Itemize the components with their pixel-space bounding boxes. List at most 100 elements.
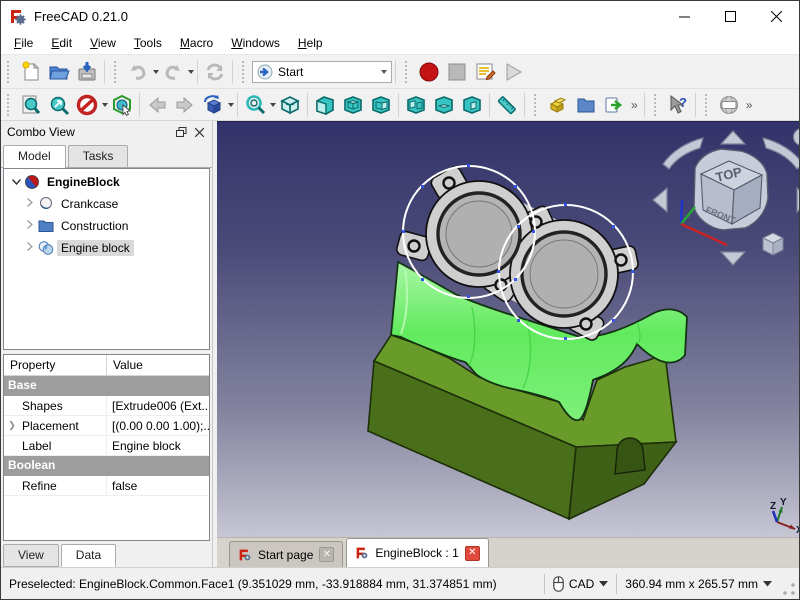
expander-closed-icon[interactable]	[22, 242, 38, 254]
left-view-button[interactable]	[458, 91, 486, 119]
menu-edit[interactable]: Edit	[42, 33, 81, 53]
expander-icon[interactable]: ❯	[4, 416, 20, 435]
tree-item-label[interactable]: Crankcase	[57, 196, 122, 212]
menu-macro[interactable]: Macro	[171, 33, 222, 53]
menu-help[interactable]: Help	[289, 33, 332, 53]
draw-style-button[interactable]	[73, 91, 101, 119]
property-group-boolean[interactable]: Boolean	[4, 456, 209, 476]
view-dropdown-arrow[interactable]	[228, 103, 234, 107]
right-view-button[interactable]	[367, 91, 395, 119]
tree-item-engineblock[interactable]: EngineBlock	[4, 171, 209, 193]
toolbar-handle[interactable]	[7, 94, 13, 116]
macro-edit-button[interactable]	[471, 58, 499, 86]
tab-data[interactable]: Data	[61, 544, 116, 567]
property-value[interactable]: [Extrude006 (Ext...	[107, 396, 209, 415]
nav-back-button[interactable]	[143, 91, 171, 119]
tree-item-label[interactable]: EngineBlock	[43, 174, 124, 190]
dock-float-icon[interactable]	[172, 124, 190, 140]
tab-engineblock[interactable]: EngineBlock : 1 ✕	[346, 538, 488, 567]
property-group-base[interactable]: Base	[4, 376, 209, 396]
property-row-label[interactable]: Label Engine block	[4, 436, 209, 456]
bottom-view-button[interactable]	[430, 91, 458, 119]
toolbar-handle[interactable]	[705, 94, 711, 116]
macro-stop-button[interactable]	[443, 58, 471, 86]
tree-item-label[interactable]: Construction	[57, 218, 132, 234]
3d-viewport[interactable]: TOP FRONT	[217, 121, 799, 537]
menu-windows[interactable]: Windows	[222, 33, 289, 53]
fit-selection-button[interactable]	[45, 91, 73, 119]
whats-this-button[interactable]: ?	[664, 91, 692, 119]
macro-execute-button[interactable]	[499, 58, 527, 86]
property-value[interactable]: Engine block	[107, 436, 209, 455]
expander-closed-icon[interactable]	[22, 198, 38, 210]
toolbar-handle[interactable]	[405, 61, 411, 83]
mdi-tab-label[interactable]: EngineBlock : 1	[375, 546, 458, 560]
tree-item-engine-block[interactable]: Engine block	[4, 237, 209, 259]
tree-item-construction[interactable]: Construction	[4, 215, 209, 237]
engine-block-model[interactable]	[368, 164, 687, 519]
tab-model[interactable]: Model	[3, 145, 66, 168]
close-button[interactable]	[753, 1, 799, 31]
toolbar-handle[interactable]	[242, 61, 248, 83]
tree-item-crankcase[interactable]: Crankcase	[4, 193, 209, 215]
front-view-button[interactable]	[311, 91, 339, 119]
property-name: Refine	[20, 476, 107, 495]
web-globe-button[interactable]	[715, 91, 743, 119]
tab-view[interactable]: View	[3, 544, 59, 567]
document-icon	[24, 174, 40, 190]
group-folder-button[interactable]	[572, 91, 600, 119]
view-dimensions-selector[interactable]: 360.94 mm x 265.57 mm	[625, 577, 772, 591]
resize-grip[interactable]	[782, 582, 796, 596]
zoom-button[interactable]	[241, 91, 269, 119]
workbench-selector[interactable]: Start	[252, 61, 392, 83]
dock-close-icon[interactable]	[190, 124, 208, 140]
toolbar-overflow-button[interactable]: »	[743, 98, 756, 112]
expander-open-icon[interactable]	[8, 177, 24, 188]
export-button[interactable]	[600, 91, 628, 119]
tab-tasks[interactable]: Tasks	[68, 145, 129, 167]
navigation-cube[interactable]: TOP FRONT	[653, 129, 799, 266]
fit-all-button[interactable]	[17, 91, 45, 119]
property-row-refine[interactable]: Refine false	[4, 476, 209, 496]
redo-dropdown-arrow[interactable]	[188, 70, 194, 74]
toolbar-handle[interactable]	[114, 61, 120, 83]
open-document-button[interactable]	[45, 58, 73, 86]
new-document-button[interactable]	[17, 58, 45, 86]
navigation-style-selector[interactable]: CAD	[553, 576, 608, 592]
maximize-button[interactable]	[707, 1, 753, 31]
toolbar-overflow-button[interactable]: »	[628, 98, 641, 112]
value-column-header[interactable]: Value	[107, 355, 149, 375]
property-column-header[interactable]: Property	[4, 355, 107, 375]
save-document-button[interactable]	[73, 58, 101, 86]
property-value[interactable]: false	[107, 476, 209, 495]
menu-file[interactable]: File	[5, 33, 42, 53]
refresh-button[interactable]	[201, 58, 229, 86]
menu-tools[interactable]: Tools	[125, 33, 171, 53]
property-row-shapes[interactable]: Shapes [Extrude006 (Ext...	[4, 396, 209, 416]
rear-view-button[interactable]	[402, 91, 430, 119]
tab-start-page[interactable]: Start page ✕	[229, 541, 343, 567]
property-value[interactable]: [(0.00 0.00 1.00);...	[107, 416, 209, 435]
menu-view[interactable]: View	[81, 33, 125, 53]
part-button[interactable]	[544, 91, 572, 119]
measure-button[interactable]	[493, 91, 521, 119]
top-view-button[interactable]	[339, 91, 367, 119]
macro-record-button[interactable]	[415, 58, 443, 86]
toolbar-handle[interactable]	[7, 61, 13, 83]
axonometric-view-button[interactable]	[276, 91, 304, 119]
expander-closed-icon[interactable]	[22, 220, 38, 232]
tab-close-icon[interactable]: ✕	[465, 546, 480, 561]
toolbar-handle[interactable]	[654, 94, 660, 116]
tab-close-icon[interactable]: ✕	[319, 547, 334, 562]
selection-view-button[interactable]	[108, 91, 136, 119]
minimize-button[interactable]	[661, 1, 707, 31]
undo-button[interactable]	[124, 58, 152, 86]
property-row-placement[interactable]: ❯ Placement [(0.00 0.00 1.00);...	[4, 416, 209, 436]
toolbar-handle[interactable]	[534, 94, 540, 116]
mdi-tab-label[interactable]: Start page	[258, 548, 313, 562]
nav-forward-button[interactable]	[171, 91, 199, 119]
redo-button[interactable]	[159, 58, 187, 86]
isometric-view-button[interactable]	[199, 91, 227, 119]
property-name: Placement	[20, 416, 107, 435]
tree-item-label[interactable]: Engine block	[57, 240, 134, 256]
